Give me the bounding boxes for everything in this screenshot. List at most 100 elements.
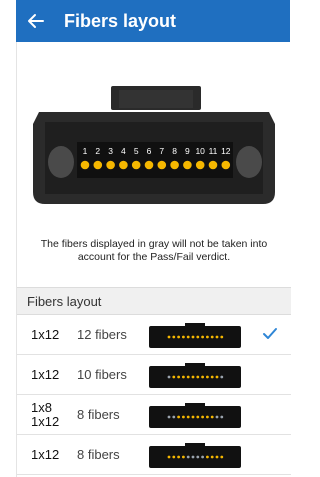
fiber-dot (106, 160, 115, 170)
connector-illustration: 1 2 3 4 5 6 7 8 9 10 11 12 The fibers displayed in … (17, 42, 291, 287)
section-header: Fibers layout (17, 287, 291, 315)
fiber-number: 12 (221, 146, 231, 156)
fiber-dot (131, 160, 141, 170)
check-icon (263, 328, 277, 339)
fiber-dot (183, 160, 192, 170)
mini-fiber-dot (182, 415, 185, 418)
mini-fiber-dot (215, 455, 219, 458)
fiber-dot (195, 160, 205, 170)
mini-fiber-dot (172, 335, 176, 338)
mini-fiber-dot (215, 415, 219, 418)
mini-fiber-dot (186, 375, 190, 378)
mini-fiber-dot (220, 335, 224, 338)
mini-fiber-dot (201, 415, 204, 418)
connector-diagram: 1 2 3 4 5 6 7 8 9 10 11 12 (33, 86, 275, 204)
mini-fiber-dot (167, 335, 171, 338)
mini-connector-icon (149, 402, 241, 428)
mini-fiber-dot (186, 415, 190, 418)
mini-fiber-dot (210, 375, 214, 378)
fiber-count: 10 fibers (77, 367, 127, 382)
mini-fiber-dot (182, 375, 185, 378)
fiber-count: 8 fibers (77, 407, 120, 422)
mini-fiber-dot (196, 455, 200, 458)
mini-fiber-dot (177, 375, 180, 378)
app-bar: Fibers layout (16, 0, 290, 42)
mini-fiber-dot (220, 455, 224, 458)
connector-preview (147, 402, 243, 428)
fiber-number: 2 (95, 146, 100, 156)
mini-fiber-dot (191, 335, 195, 338)
layout-type: 1x12 (31, 446, 60, 462)
right-guide-pin (236, 146, 262, 178)
fiber-layout-row[interactable]: 1x8 1x12 8 fibers (17, 395, 291, 435)
fiber-number: 3 (108, 146, 113, 156)
mini-fiber-dot (191, 415, 195, 418)
fiber-dot (93, 160, 103, 170)
fiber-number: 9 (185, 146, 190, 156)
mini-fiber-dot (182, 335, 185, 338)
mini-fiber-dot (191, 375, 195, 378)
fiber-number: 11 (209, 146, 218, 156)
content: 1 2 3 4 5 6 7 8 9 10 11 12 The fibers displayed in … (16, 42, 291, 477)
connector-latch-inner (119, 90, 193, 108)
fiber-dot (157, 160, 167, 170)
mini-fiber-dot (186, 455, 190, 458)
fiber-count: 12 fibers (77, 327, 127, 342)
mini-fiber-dot (210, 335, 214, 338)
mini-fiber-dot (182, 455, 185, 458)
mini-connector-icon (149, 322, 241, 348)
layout-type: 1x8 1x12 (31, 399, 60, 429)
fiber-number: 6 (147, 146, 152, 156)
mini-fiber-dot (186, 335, 190, 338)
mini-fiber-dot (172, 415, 176, 418)
page-title: Fibers layout (64, 10, 177, 31)
mini-fiber-dot (172, 455, 176, 458)
mini-fiber-dot (201, 335, 204, 338)
mini-fiber-dot (167, 415, 171, 418)
mini-fiber-dot (206, 335, 209, 338)
mini-fiber-dot (215, 335, 219, 338)
arrow-left-icon (28, 14, 44, 28)
fiber-dot (80, 160, 90, 170)
connector-preview (147, 322, 243, 348)
fiber-dot (208, 160, 218, 170)
connector-preview (147, 442, 243, 468)
mini-fiber-dot (206, 375, 209, 378)
fiber-layout-row[interactable]: 1x12 12 fibers (17, 315, 291, 355)
fiber-layout-row[interactable]: 1x12 10 fibers (17, 355, 291, 395)
mini-fiber-dot (206, 415, 209, 418)
mini-fiber-dot (196, 375, 200, 378)
back-button[interactable] (16, 0, 56, 42)
mini-fiber-dot (167, 455, 171, 458)
connector-preview (147, 362, 243, 388)
pass-fail-note: The fibers displayed in gray will not be… (40, 238, 268, 263)
layout-type: 1x12 (31, 326, 60, 342)
layout-type: 1x12 (31, 366, 60, 382)
fiber-dot (144, 160, 154, 170)
fiber-number: 10 (195, 146, 205, 156)
mini-fiber-dot (206, 455, 209, 458)
mini-connector-icon (149, 362, 241, 388)
fiber-number: 8 (172, 146, 177, 156)
mini-fiber-dot (191, 455, 195, 458)
mini-connector-icon (149, 442, 241, 468)
fiber-layout-row[interactable]: 1x12 8 fibers (17, 435, 291, 475)
fiber-dot (170, 160, 179, 170)
fiber-dot (221, 160, 231, 170)
mini-fiber-dot (167, 375, 171, 378)
mini-fiber-dot (201, 455, 204, 458)
fiber-number: 1 (83, 146, 88, 156)
mini-fiber-dot (210, 415, 214, 418)
mini-fiber-dot (210, 455, 214, 458)
mini-fiber-dot (177, 335, 180, 338)
mini-fiber-dot (177, 415, 180, 418)
mini-fiber-dot (220, 415, 224, 418)
fiber-dot (119, 160, 128, 170)
fiber-count: 8 fibers (77, 447, 120, 462)
fiber-number: 4 (121, 146, 126, 156)
mini-fiber-dot (177, 455, 180, 458)
mini-fiber-dot (220, 375, 224, 378)
mini-fiber-dot (201, 375, 204, 378)
mini-fiber-dot (196, 335, 200, 338)
fiber-number: 5 (134, 146, 139, 156)
